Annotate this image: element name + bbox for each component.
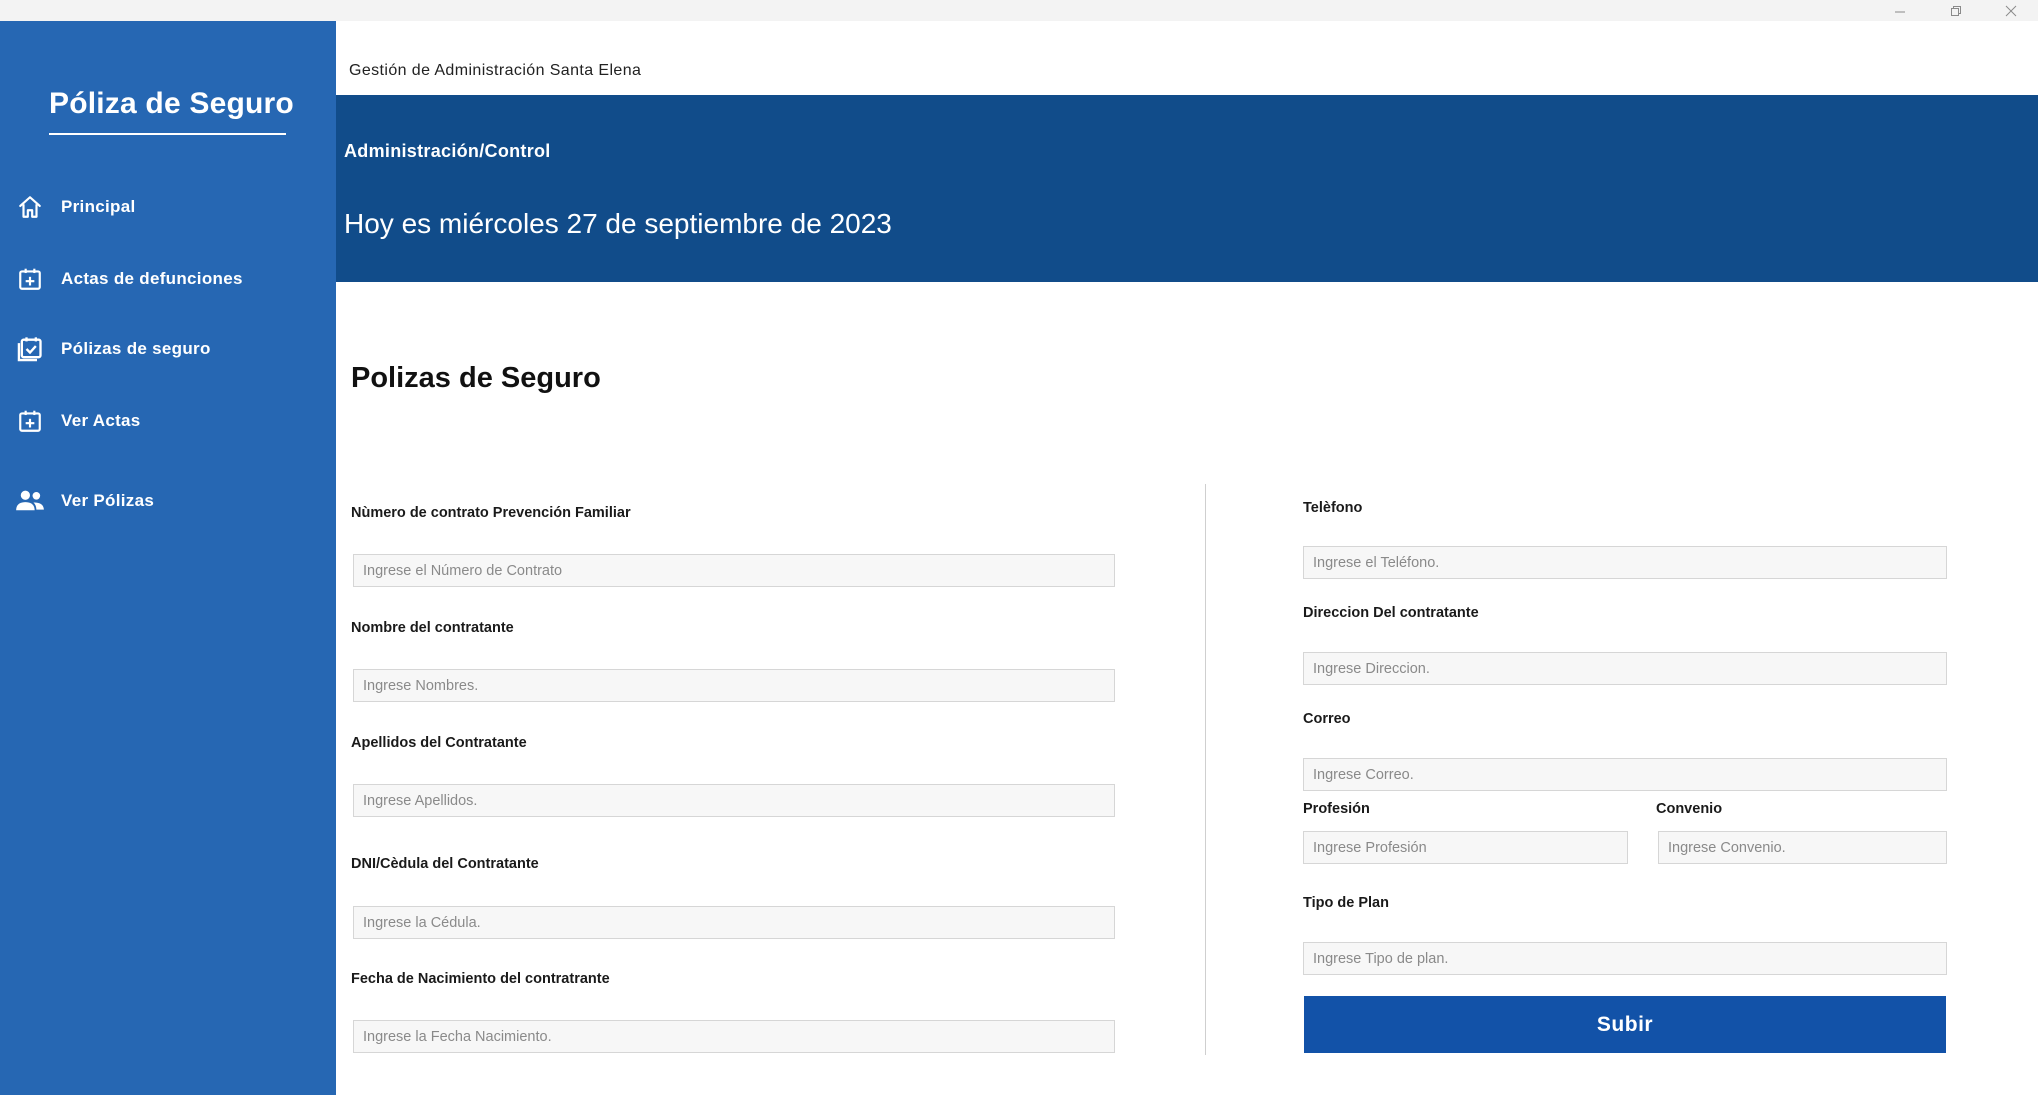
sidebar-item-label: Ver Actas bbox=[61, 411, 141, 430]
calendar-plus-icon bbox=[15, 406, 45, 436]
sidebar: Póliza de Seguro Principal Actas de defu… bbox=[0, 21, 336, 1095]
id-label: DNI/Cèdula del Contratante bbox=[351, 856, 539, 872]
column-divider bbox=[1205, 484, 1206, 1055]
sidebar-item-label: Ver Pólizas bbox=[61, 491, 155, 510]
contract-number-label: Nùmero de contrato Prevención Familiar bbox=[351, 505, 631, 521]
close-icon[interactable] bbox=[1984, 0, 2038, 21]
profession-input[interactable] bbox=[1303, 831, 1628, 864]
names-input[interactable] bbox=[353, 669, 1115, 702]
birthdate-label: Fecha de Nacimiento del contratrante bbox=[351, 971, 610, 987]
home-icon bbox=[15, 192, 45, 222]
sidebar-item-polizas-seguro[interactable]: Pólizas de seguro bbox=[0, 327, 336, 371]
sidebar-item-actas-defunciones[interactable]: Actas de defunciones bbox=[0, 257, 336, 301]
email-label: Correo bbox=[1303, 711, 1351, 727]
phone-input[interactable] bbox=[1303, 546, 1947, 579]
surnames-label: Apellidos del Contratante bbox=[351, 735, 527, 751]
plan-type-label: Tipo de Plan bbox=[1303, 895, 1389, 911]
submit-button[interactable]: Subir bbox=[1304, 996, 1946, 1053]
restore-icon[interactable] bbox=[1929, 0, 1983, 21]
people-icon bbox=[15, 486, 45, 516]
sidebar-title: Póliza de Seguro bbox=[49, 87, 294, 120]
birthdate-input[interactable] bbox=[353, 1020, 1115, 1053]
page-title: Polizas de Seguro bbox=[351, 362, 601, 394]
names-label: Nombre del contratante bbox=[351, 620, 514, 636]
agreement-input[interactable] bbox=[1658, 831, 1947, 864]
email-input[interactable] bbox=[1303, 758, 1947, 791]
surnames-input[interactable] bbox=[353, 784, 1115, 817]
date-text: Hoy es miércoles 27 de septiembre de 202… bbox=[344, 208, 892, 239]
sidebar-item-ver-polizas[interactable]: Ver Pólizas bbox=[0, 479, 336, 523]
header-banner: Administración/Control Hoy es miércoles … bbox=[336, 95, 2038, 282]
phone-label: Telèfono bbox=[1303, 500, 1363, 516]
profession-label: Profesión bbox=[1303, 801, 1370, 817]
section-title: Administración/Control bbox=[344, 141, 551, 161]
sidebar-title-underline bbox=[49, 133, 286, 135]
plan-type-input[interactable] bbox=[1303, 942, 1947, 975]
window-titlebar bbox=[0, 0, 2038, 21]
address-input[interactable] bbox=[1303, 652, 1947, 685]
sidebar-item-label: Pólizas de seguro bbox=[61, 339, 211, 358]
contract-number-input[interactable] bbox=[353, 554, 1115, 587]
sidebar-item-ver-actas[interactable]: Ver Actas bbox=[0, 399, 336, 443]
minimize-icon[interactable] bbox=[1873, 0, 1927, 21]
calendar-plus-icon bbox=[15, 264, 45, 294]
app-subtitle: Gestión de Administración Santa Elena bbox=[349, 62, 642, 79]
id-input[interactable] bbox=[353, 906, 1115, 939]
agreement-label: Convenio bbox=[1656, 801, 1723, 817]
sidebar-item-principal[interactable]: Principal bbox=[0, 185, 336, 229]
address-label: Direccion Del contratante bbox=[1303, 605, 1479, 621]
sidebar-item-label: Actas de defunciones bbox=[61, 269, 243, 288]
calendar-check-icon bbox=[15, 334, 45, 364]
sidebar-item-label: Principal bbox=[61, 197, 136, 216]
